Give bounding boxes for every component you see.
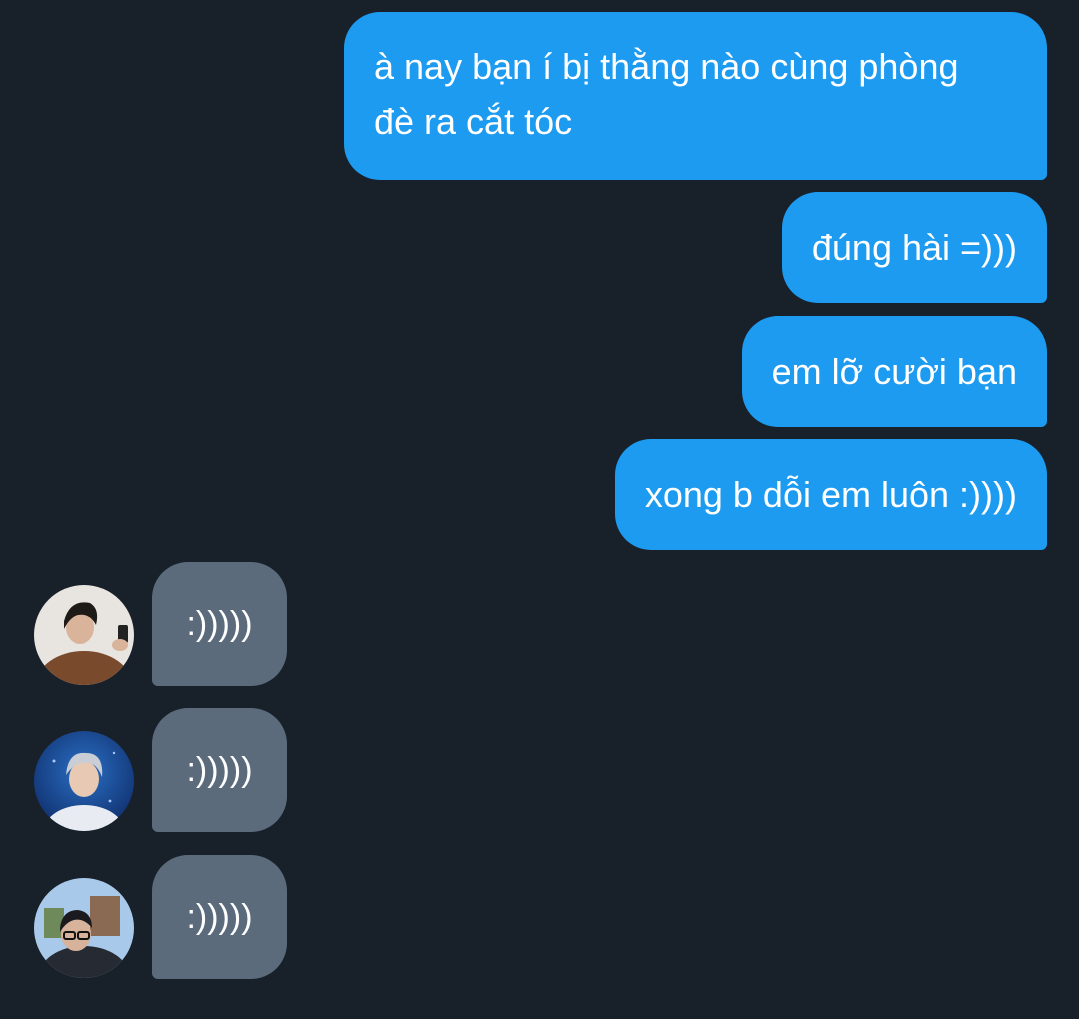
outgoing-message[interactable]: em lỡ cười bạn — [741, 316, 1047, 427]
user-photo-avatar-3[interactable] — [34, 878, 134, 978]
incoming-message[interactable]: :))))) — [152, 855, 287, 979]
user-photo-avatar-1[interactable] — [34, 585, 134, 685]
incoming-message[interactable]: :))))) — [152, 708, 287, 832]
avatar-photo-icon — [34, 585, 134, 685]
user-photo-avatar-2[interactable] — [34, 731, 134, 831]
avatar-photo-icon — [34, 878, 134, 978]
incoming-message[interactable]: :))))) — [152, 562, 287, 686]
outgoing-message[interactable]: à nay bạn í bị thằng nào cùng phòng đè r… — [344, 12, 1047, 180]
avatar-photo-icon — [34, 731, 134, 831]
outgoing-message[interactable]: xong b dỗi em luôn :)))) — [614, 439, 1047, 550]
outgoing-message[interactable]: đúng hài =))) — [781, 192, 1047, 303]
conversation-view: à nay bạn í bị thằng nào cùng phòng đè r… — [0, 0, 1079, 1019]
